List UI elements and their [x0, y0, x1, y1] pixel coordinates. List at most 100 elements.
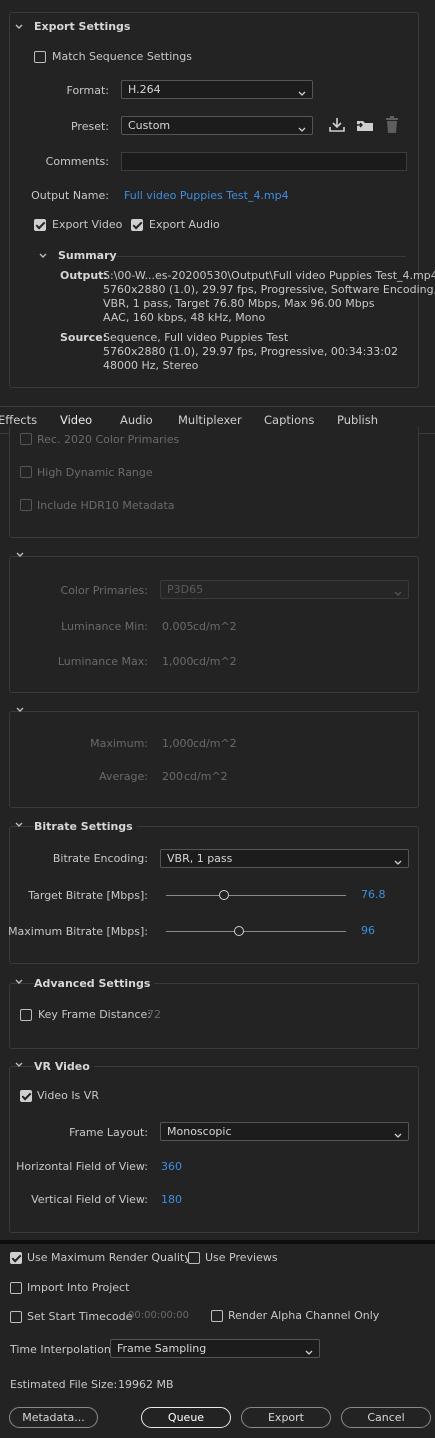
rec2020-checkbox[interactable] — [20, 433, 32, 445]
advanced-title: Advanced Settings — [34, 977, 155, 990]
output-name-link[interactable]: Full video Puppies Test_4.mp4 — [124, 189, 289, 202]
preset-value: Custom — [128, 119, 171, 132]
max-render-quality-label: Use Maximum Render Quality — [27, 1251, 191, 1264]
max-bitrate-value[interactable]: 96 — [361, 924, 375, 937]
maximum-label: Maximum: — [90, 737, 148, 750]
high-dynamic-range-label: High Dynamic Range — [37, 466, 153, 479]
summary-source-line: 48000 Hz, Stereo — [103, 359, 199, 372]
summary-divider — [116, 256, 406, 257]
average-label: Average: — [99, 770, 148, 783]
color-panel-collapse-icon[interactable] — [15, 550, 25, 560]
advanced-collapse-icon[interactable] — [14, 977, 24, 987]
time-interpolation-select[interactable]: Frame Sampling — [110, 1339, 320, 1358]
tab-audio[interactable]: Audio — [120, 413, 153, 427]
summary-source-line: Sequence, Full video Puppies Test — [103, 331, 289, 344]
bitrate-title: Bitrate Settings — [34, 820, 137, 833]
bitrate-encoding-value: VBR, 1 pass — [167, 852, 233, 865]
preset-select[interactable]: Custom — [121, 116, 313, 135]
tab-captions[interactable]: Captions — [264, 413, 314, 427]
key-frame-distance-label: Key Frame Distance: — [38, 1008, 152, 1021]
export-video-checkbox[interactable] — [34, 219, 46, 231]
vr-collapse-icon[interactable] — [14, 1060, 24, 1070]
video-is-vr-label: Video Is VR — [37, 1089, 99, 1102]
delete-preset-icon[interactable] — [385, 116, 399, 134]
export-settings-collapse-icon[interactable] — [14, 22, 24, 32]
import-preset-icon[interactable] — [355, 117, 375, 133]
format-select[interactable]: H.264 — [121, 80, 313, 99]
target-bitrate-slider-knob[interactable] — [219, 890, 229, 900]
time-interpolation-label: Time Interpolation: — [10, 1343, 115, 1356]
hfov-label: Horizontal Field of View: — [16, 1160, 148, 1173]
video-is-vr-checkbox[interactable] — [20, 1090, 32, 1102]
comments-label: Comments: — [45, 155, 109, 168]
summary-collapse-icon[interactable] — [38, 251, 48, 261]
average-unit: cd/m^2 — [184, 770, 228, 783]
vr-title: VR Video — [34, 1060, 94, 1073]
include-hdr10-checkbox[interactable] — [20, 499, 32, 511]
start-timecode-value[interactable]: 00:00:00:00 — [128, 1310, 189, 1321]
save-preset-icon[interactable] — [328, 117, 346, 133]
export-video-label: Export Video — [52, 218, 123, 231]
frame-layout-select[interactable]: Monoscopic — [160, 1122, 409, 1141]
luminance-min-value[interactable]: 0.005 — [162, 620, 194, 633]
tab-effects[interactable]: Effects — [0, 413, 37, 427]
set-start-timecode-label: Set Start Timecode — [27, 1310, 133, 1323]
match-sequence-checkbox[interactable] — [34, 51, 46, 63]
max-bitrate-slider-track[interactable] — [166, 931, 346, 932]
time-interpolation-value: Frame Sampling — [117, 1342, 207, 1355]
color-primaries-label: Color Primaries: — [60, 584, 148, 597]
bitrate-encoding-label: Bitrate Encoding: — [52, 852, 148, 865]
color-primaries-select[interactable]: P3D65 — [160, 580, 409, 599]
summary-output-line: 5760x2880 (1.0), 29.97 fps, Progressive,… — [103, 283, 435, 296]
export-button[interactable]: Export — [241, 1407, 331, 1428]
export-audio-checkbox[interactable] — [131, 219, 143, 231]
set-start-timecode-checkbox[interactable] — [10, 1311, 22, 1323]
use-previews-checkbox[interactable] — [188, 1252, 200, 1264]
output-name-label: Output Name: — [31, 189, 109, 202]
estimated-file-size-value: 19962 MB — [118, 1378, 174, 1391]
maximum-value[interactable]: 1,000 — [162, 737, 194, 750]
render-alpha-checkbox[interactable] — [211, 1310, 223, 1322]
summary-title: Summary — [58, 249, 117, 262]
summary-output-label: Output: — [60, 269, 108, 282]
match-sequence-label: Match Sequence Settings — [52, 50, 192, 63]
hfov-value[interactable]: 360 — [161, 1160, 182, 1173]
summary-source-label: Source: — [60, 331, 108, 344]
tab-video[interactable]: Video — [60, 413, 92, 427]
bitrate-encoding-select[interactable]: VBR, 1 pass — [160, 849, 409, 868]
import-into-project-checkbox[interactable] — [10, 1282, 22, 1294]
render-alpha-label: Render Alpha Channel Only — [228, 1309, 380, 1322]
luminance-min-unit: cd/m^2 — [193, 620, 237, 633]
frame-layout-label: Frame Layout: — [69, 1126, 148, 1139]
key-frame-distance-value[interactable]: 72 — [147, 1008, 161, 1021]
format-label: Format: — [66, 84, 109, 97]
comments-input[interactable] — [121, 152, 407, 171]
bitrate-collapse-icon[interactable] — [14, 820, 24, 830]
luminance-max-label: Luminance Max: — [57, 655, 148, 668]
summary-output-line: S:\00-W...es-20200530\Output\Full video … — [103, 269, 435, 282]
cancel-button[interactable]: Cancel — [341, 1407, 431, 1428]
queue-button[interactable]: Queue — [141, 1407, 231, 1428]
chevron-down-icon — [394, 1129, 402, 1142]
max-bitrate-slider-knob[interactable] — [234, 926, 244, 936]
high-dynamic-range-checkbox[interactable] — [20, 466, 32, 478]
target-bitrate-slider-track[interactable] — [166, 895, 346, 896]
max-render-quality-checkbox[interactable] — [10, 1252, 22, 1264]
preset-label: Preset: — [70, 120, 109, 133]
target-bitrate-value[interactable]: 76.8 — [361, 888, 386, 901]
chevron-down-icon — [298, 87, 306, 100]
summary-output-line: VBR, 1 pass, Target 76.80 Mbps, Max 96.0… — [103, 297, 375, 310]
export-settings-title: Export Settings — [34, 20, 131, 33]
vfov-value[interactable]: 180 — [161, 1193, 182, 1206]
luminance-min-label: Luminance Min: — [61, 620, 148, 633]
estimated-file-size-label: Estimated File Size: — [10, 1378, 118, 1391]
color-primaries-value: P3D65 — [167, 583, 204, 596]
key-frame-distance-checkbox[interactable] — [20, 1009, 32, 1021]
luminance-max-value[interactable]: 1,000 — [162, 655, 194, 668]
light-panel-collapse-icon[interactable] — [15, 705, 25, 715]
tab-publish[interactable]: Publish — [337, 413, 378, 427]
metadata-button[interactable]: Metadata... — [9, 1407, 98, 1428]
tab-multiplexer[interactable]: Multiplexer — [178, 413, 242, 427]
average-value[interactable]: 200 — [162, 770, 183, 783]
export-audio-label: Export Audio — [149, 218, 220, 231]
